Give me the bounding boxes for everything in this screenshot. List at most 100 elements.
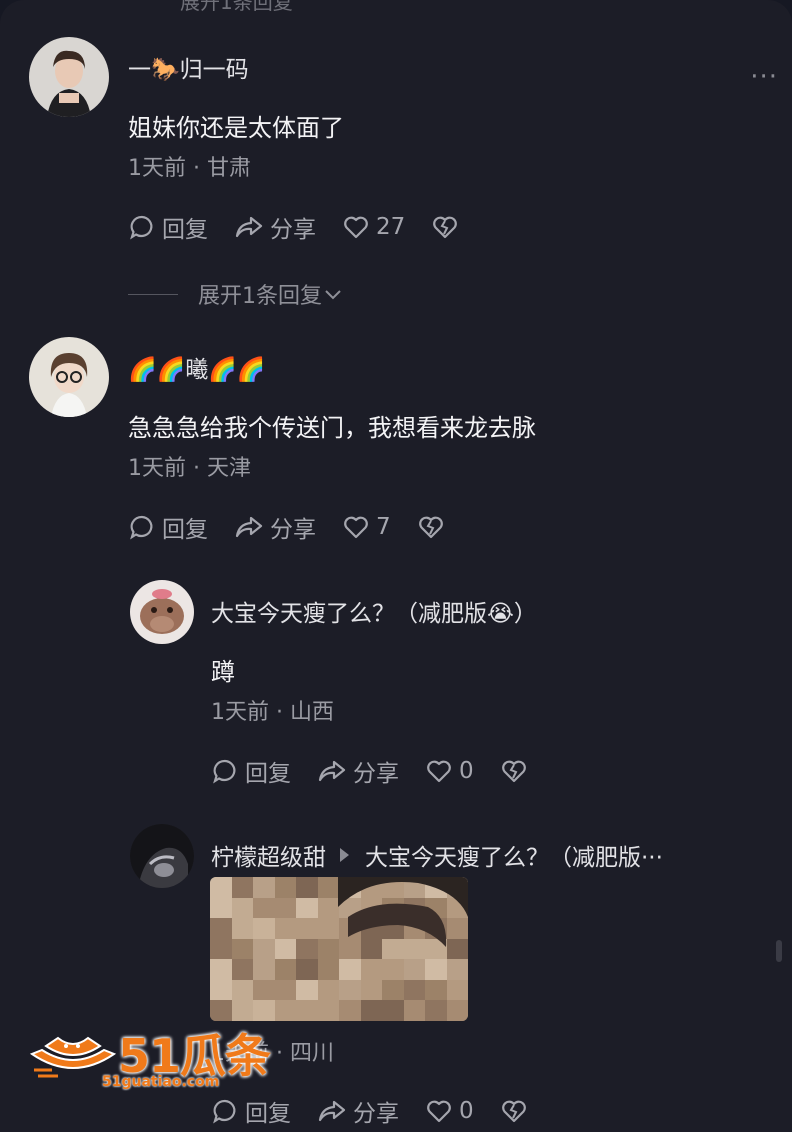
more-options-icon[interactable]: ··· — [750, 62, 778, 92]
reply-label: 回复 — [245, 1101, 291, 1127]
comment-text: 急急急给我个传送门，我想看来龙去脉 — [128, 414, 536, 442]
like-count: 0 — [459, 1098, 474, 1124]
mosaic-tile — [360, 979, 382, 1001]
avatar[interactable] — [29, 37, 109, 117]
reply-icon — [130, 515, 153, 540]
comment-meta: 1天前 · 甘肃 — [128, 156, 251, 181]
mosaic-tile — [210, 1000, 232, 1021]
share-button[interactable]: 分享 — [317, 754, 399, 788]
like-count: 7 — [376, 514, 391, 540]
reply-icon — [213, 759, 236, 784]
share-button[interactable]: 分享 — [234, 210, 316, 244]
share-button[interactable]: 分享 — [317, 1094, 399, 1128]
mosaic-tile — [296, 979, 318, 1001]
mosaic-tile — [425, 979, 447, 1001]
mosaic-tile — [382, 1000, 404, 1021]
reply-button[interactable]: 回复 — [128, 210, 208, 244]
share-label: 分享 — [270, 217, 316, 243]
reply-label: 回复 — [245, 761, 291, 787]
mosaic-tile — [231, 1000, 253, 1021]
mosaic-tile — [274, 959, 296, 980]
mosaic-tile — [231, 959, 253, 980]
broken-heart-icon — [433, 216, 458, 239]
dislike-button[interactable] — [500, 757, 534, 785]
mosaic-tile — [274, 938, 296, 960]
username[interactable]: 🌈🌈曦🌈🌈 — [128, 350, 266, 384]
share-icon — [318, 760, 346, 782]
mosaic-tile — [296, 1000, 318, 1021]
mosaic-tile — [296, 877, 318, 898]
mosaic-tile — [296, 959, 318, 980]
mosaic-tile — [253, 938, 275, 960]
reply-icon — [213, 1099, 236, 1124]
comment-image[interactable] — [210, 877, 468, 1021]
avatar[interactable] — [130, 580, 194, 644]
dislike-button[interactable] — [431, 213, 465, 241]
expand-replies-button[interactable]: 展开1条回复 — [128, 278, 344, 310]
hair-shape — [338, 877, 468, 947]
mosaic-tile — [210, 959, 232, 980]
mosaic-tile — [231, 897, 253, 919]
dislike-button[interactable] — [417, 513, 451, 541]
comment-actions: 回复 分享 27 — [128, 210, 491, 244]
reply-header: 柠檬超级甜 大宝今天瘦了么？（减肥版··· — [211, 838, 663, 872]
comment-actions: 回复 分享 0 — [211, 754, 560, 788]
avatar[interactable] — [29, 337, 109, 417]
reply-to-username[interactable]: 大宝今天瘦了么？（减肥版··· — [365, 838, 663, 872]
comment-panel: 展开1条回复 ··· 一🐎归一码 姐妹你还是太体面了 1天前 · 甘肃 回复 分… — [0, 0, 792, 1132]
mosaic-tile — [296, 897, 318, 919]
watermark: 51瓜条 51guatiao.com — [28, 1020, 278, 1092]
mosaic-tile — [446, 979, 468, 1001]
mosaic-tile — [274, 1000, 296, 1021]
reply-arrow-icon — [340, 848, 349, 862]
mosaic-tile — [253, 1000, 275, 1021]
mosaic-tile — [317, 918, 339, 939]
share-icon — [235, 516, 263, 538]
mosaic-tile — [425, 1000, 447, 1021]
mosaic-tile — [210, 979, 232, 1001]
heart-icon — [344, 216, 368, 239]
like-button[interactable]: 7 — [342, 513, 391, 541]
like-button[interactable]: 27 — [342, 213, 405, 241]
reply-icon — [130, 215, 153, 240]
mosaic-tile — [339, 979, 361, 1001]
mosaic-tile — [317, 877, 339, 898]
mosaic-tile — [231, 979, 253, 1001]
mosaic-tile — [360, 1000, 382, 1021]
mosaic-tile — [210, 918, 232, 939]
broken-heart-icon — [418, 516, 443, 539]
reply-button[interactable]: 回复 — [211, 1094, 291, 1128]
like-count: 27 — [376, 214, 406, 240]
comment-actions: 回复 分享 7 — [128, 510, 477, 544]
heart-icon — [344, 516, 368, 539]
like-button[interactable]: 0 — [425, 757, 474, 785]
share-label: 分享 — [353, 761, 399, 787]
mosaic-tile — [339, 1000, 361, 1021]
mosaic-tile — [382, 979, 404, 1001]
heart-icon — [427, 1100, 451, 1123]
username[interactable]: 一🐎归一码 — [128, 50, 249, 84]
comment-text: 蹲 — [211, 658, 235, 686]
mosaic-tile — [210, 877, 232, 898]
reply-button[interactable]: 回复 — [128, 510, 208, 544]
mosaic-tile — [274, 918, 296, 939]
username[interactable]: 柠檬超级甜 — [211, 838, 326, 872]
comment-meta: 1天前 · 山西 — [211, 700, 334, 725]
scroll-indicator — [776, 940, 782, 962]
like-button[interactable]: 0 — [425, 1097, 474, 1125]
avatar[interactable] — [130, 824, 194, 888]
mosaic-tile — [231, 877, 253, 898]
mosaic-tile — [317, 938, 339, 960]
mosaic-tile — [274, 877, 296, 898]
divider-line — [128, 293, 178, 295]
share-button[interactable]: 分享 — [234, 510, 316, 544]
comment-meta: 1天前 · 天津 — [128, 456, 251, 481]
username[interactable]: 大宝今天瘦了么？（减肥版😭） — [211, 594, 537, 628]
mosaic-tile — [403, 979, 425, 1001]
broken-heart-icon — [501, 760, 526, 783]
mosaic-tile — [231, 938, 253, 960]
mosaic-tile — [210, 938, 232, 960]
dislike-button[interactable] — [500, 1097, 534, 1125]
mosaic-tile — [403, 1000, 425, 1021]
reply-button[interactable]: 回复 — [211, 754, 291, 788]
